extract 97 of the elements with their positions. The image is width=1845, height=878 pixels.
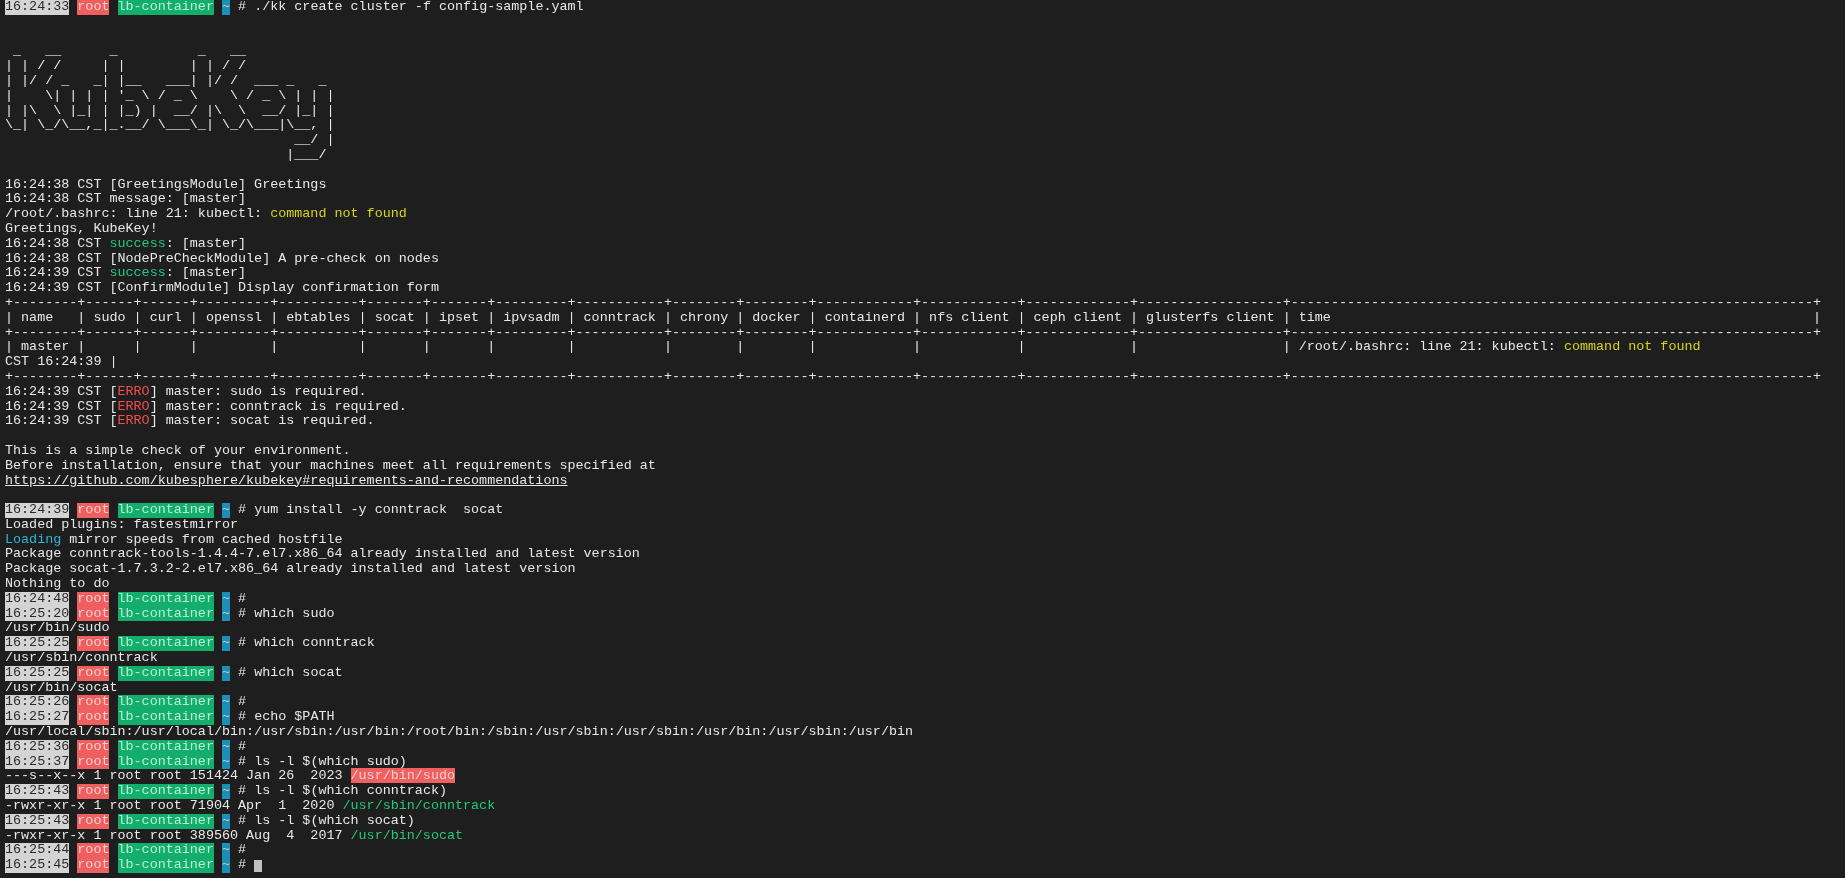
table-line: +--------+------+------+---------+----------+-------+-------+---------+-----------+--------+--------+------------+------------+-------------+------------------+-----------------------------------------------------------------+ <box>5 368 1822 384</box>
output-line: /usr/bin/socat <box>5 679 118 695</box>
prompt-directory: ~ <box>222 739 231 755</box>
prompt-user: root <box>77 710 110 726</box>
prompt-directory: ~ <box>222 503 231 518</box>
prompt-directory: ~ <box>222 754 231 770</box>
table-line: +--------+------+------+---------+----------+-------+-------+---------+-----------+--------+--------+------------+------------+-------------+------------------+-----------------------------------------------------------------+ <box>5 294 1822 310</box>
ascii-art-text: _ __ _ _ __ | | / / | | | | / / | |/ / _ _| |__ ___| |/ / ___ _ _ | \| | | | '_ \ / _ \ \ / _ \ | | | | |\ \ |_| | |_) | __/ |\ \ __/ |_| | \_| \_/\__,_|_.__/ \___\_| \_/\___|\__, | __/ | |___/ <box>5 44 335 163</box>
table-line: | master | | | | | | | | | | | | | | | /root/.bashrc: line 21: kubectl: command not found <box>5 339 1701 355</box>
prompt-command: # ls -l $(which socat) <box>238 813 415 829</box>
prompt-user: root <box>77 813 110 829</box>
prompt-command: # which conntrack <box>238 636 375 652</box>
output-line: -rwxr-xr-x 1 root root 71904 Apr 1 2020 /usr/sbin/conntrack <box>5 798 496 814</box>
output-line: 16:24:39 CST [ERRO] master: sudo is required. <box>5 383 367 399</box>
prompt-host: lb-container <box>117 503 214 518</box>
output-line: -rwxr-xr-x 1 root root 389560 Aug 4 2017 /usr/bin/socat <box>5 827 464 843</box>
prompt-user: root <box>77 591 110 607</box>
prompt-directory: ~ <box>222 843 231 859</box>
prompt-user: root <box>77 739 110 755</box>
output-line: Loaded plugins: fastestmirror <box>5 516 239 532</box>
prompt-command: # yum install -y conntrack socat <box>238 503 504 518</box>
prompt-command: # <box>238 695 247 711</box>
output-line: 16:24:38 CST [GreetingsModule] Greetings <box>5 176 327 192</box>
prompt-time: 16:25:43 <box>5 784 70 800</box>
output-line: 16:24:39 CST [ERRO] master: socat is required. <box>5 413 375 429</box>
output-line: Greetings, KubeKey! <box>5 220 158 236</box>
prompt-directory: ~ <box>222 710 231 726</box>
prompt-command: # ls -l $(which sudo) <box>238 754 407 770</box>
prompt-command: # which socat <box>238 665 343 681</box>
prompt-time: 16:25:26 <box>5 695 70 711</box>
output-line: Nothing to do <box>5 576 110 592</box>
prompt-directory: ~ <box>222 636 231 652</box>
prompt-directory: ~ <box>222 784 231 800</box>
output-line: Loading mirror speeds from cached hostfile <box>5 531 343 547</box>
table-line: | name | sudo | curl | openssl | ebtables | socat | ipset | ipvsadm | conntrack | chrony | docker | containerd | nfs client | ceph client | glusterfs client | time | <box>5 309 1822 325</box>
prompt-host: lb-container <box>117 591 214 607</box>
prompt-time: 16:25:25 <box>5 665 70 681</box>
output-line: /usr/local/sbin:/usr/local/bin:/usr/sbin:/usr/bin:/root/bin:/sbin:/usr/sbin:/usr/sbin:/usr/bin:/usr/sbin:/usr/bin <box>5 724 914 740</box>
prompt-host: lb-container <box>117 695 214 711</box>
prompt-command: # ./kk create cluster -f config-sample.yaml <box>238 0 584 15</box>
prompt-time: 16:25:36 <box>5 739 70 755</box>
prompt-user: root <box>77 695 110 711</box>
link[interactable]: https://github.com/kubesphere/kubekey#requirements-and-recommendations <box>5 472 568 488</box>
prompt-time: 16:25:27 <box>5 710 70 726</box>
output-line: /usr/bin/sudo <box>5 620 110 636</box>
prompt-time: 16:25:45 <box>5 858 70 873</box>
prompt-directory: ~ <box>222 606 231 622</box>
output-line: 16:24:39 CST [ConfirmModule] Display confirmation form <box>5 280 439 296</box>
prompt-host: lb-container <box>117 858 214 873</box>
prompt-command: # <box>238 858 247 873</box>
prompt-time: 16:25:43 <box>5 813 70 829</box>
prompt-command: # echo $PATH <box>238 710 335 726</box>
prompt-directory: ~ <box>222 591 231 607</box>
prompt-command: # <box>238 591 247 607</box>
prompt-user: root <box>77 0 110 15</box>
prompt-user: root <box>77 503 110 518</box>
output-line: This is a simple check of your environment. <box>5 442 351 458</box>
prompt-user: root <box>77 858 110 873</box>
prompt-host: lb-container <box>117 636 214 652</box>
prompt-directory: ~ <box>222 813 231 829</box>
prompt-time: 16:24:48 <box>5 591 70 607</box>
output-line: 16:24:39 CST success: [master] <box>5 265 247 281</box>
prompt-command: # <box>238 739 247 755</box>
prompt-time: 16:24:33 <box>5 0 70 15</box>
output-line: 16:24:38 CST [NodePreCheckModule] A pre-check on nodes <box>5 250 439 266</box>
output-line: Before installation, ensure that your machines meet all requirements specified at <box>5 457 656 473</box>
prompt-time: 16:25:44 <box>5 843 70 859</box>
prompt-directory: ~ <box>222 858 231 873</box>
prompt-command: # ls -l $(which conntrack) <box>238 784 447 800</box>
table-line: CST 16:24:39 | <box>5 354 118 370</box>
prompt-user: root <box>77 784 110 800</box>
table-line: +--------+------+------+---------+----------+-------+-------+---------+-----------+--------+--------+------------+------------+-------------+------------------+-----------------------------------------------------------------+ <box>5 324 1822 340</box>
prompt-user: root <box>77 636 110 652</box>
prompt-command: # <box>238 843 247 859</box>
output-line: 16:24:39 CST [ERRO] master: conntrack is required. <box>5 398 407 414</box>
prompt-host: lb-container <box>117 710 214 726</box>
output-line: Package conntrack-tools-1.4.4-7.el7.x86_64 already installed and latest version <box>5 546 640 562</box>
output-line: ---s--x--x 1 root root 151424 Jan 26 2023 /usr/bin/sudo <box>5 768 455 784</box>
output-line: /usr/sbin/conntrack <box>5 650 158 666</box>
output-line: Package socat-1.7.3.2-2.el7.x86_64 already installed and latest version <box>5 561 576 577</box>
output-line: 16:24:38 CST success: [master] <box>5 235 247 251</box>
prompt-user: root <box>77 843 110 859</box>
prompt-directory: ~ <box>222 695 231 711</box>
output-line: /root/.bashrc: line 21: kubectl: command not found <box>5 206 407 222</box>
prompt-directory: ~ <box>222 0 231 15</box>
prompt-time: 16:25:25 <box>5 636 70 652</box>
prompt-time: 16:24:39 <box>5 503 70 518</box>
output-line: 16:24:38 CST message: [master] <box>5 191 247 207</box>
prompt-user: root <box>77 665 110 681</box>
prompt-host: lb-container <box>117 813 214 829</box>
prompt-host: lb-container <box>117 0 214 15</box>
prompt-command: # which sudo <box>238 606 335 622</box>
prompt-host: lb-container <box>117 843 214 859</box>
prompt-host: lb-container <box>117 739 214 755</box>
prompt-host: lb-container <box>117 784 214 800</box>
prompt-host: lb-container <box>117 665 214 681</box>
prompt-directory: ~ <box>222 665 231 681</box>
